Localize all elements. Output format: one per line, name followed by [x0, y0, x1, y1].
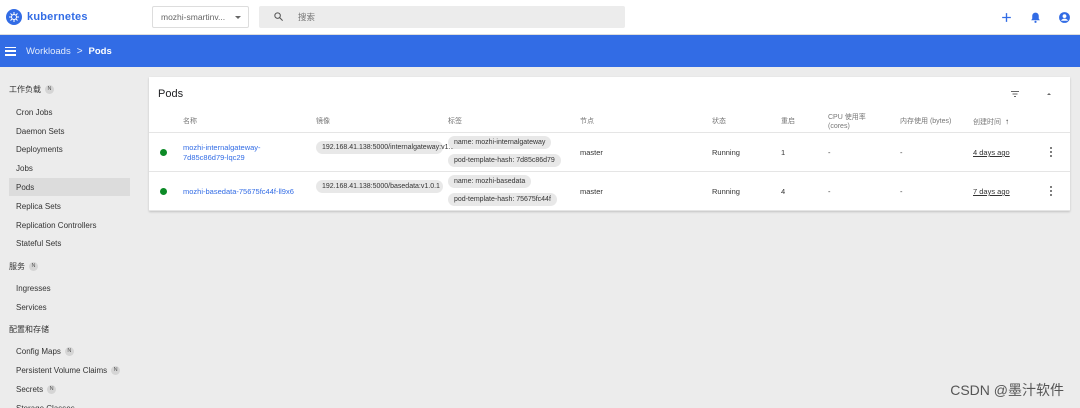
sidebar-item-replication-controllers[interactable]: Replication Controllers — [9, 216, 130, 234]
sidebar-item-secrets[interactable]: Secrets N — [9, 380, 130, 398]
helm-wheel-icon — [6, 9, 22, 25]
sidebar-item-config-maps[interactable]: Config Maps N — [9, 342, 130, 360]
menu-icon[interactable] — [5, 46, 16, 56]
running-status-icon — [160, 149, 167, 156]
pod-name-link[interactable]: mozhi-internalgateway-7d85c86d79-lqc29 — [183, 143, 293, 163]
sort-arrow-up-icon: ↑ — [1004, 117, 1009, 126]
breadcrumb-current: Pods — [88, 45, 112, 57]
watermark: CSDN @墨汁软件 — [950, 382, 1064, 398]
filter-icon[interactable] — [1008, 87, 1022, 101]
account-icon[interactable] — [1056, 9, 1072, 25]
more-vert-icon[interactable] — [1046, 185, 1056, 197]
memory-value: - — [900, 148, 903, 157]
sidebar-item-storage-classes[interactable]: Storage Classes — [9, 399, 130, 408]
sidebar-item-persistent-volume-claims[interactable]: Persistent Volume Claims N — [9, 361, 130, 379]
section-title: 服务 — [9, 262, 25, 271]
namespaced-badge: N — [47, 384, 57, 394]
card-actions — [988, 87, 1056, 101]
memory-value: - — [900, 187, 903, 196]
namespace-select[interactable]: mozhi-smartinv... — [152, 6, 249, 28]
status-text: Running — [712, 187, 740, 196]
status-text: Running — [712, 148, 740, 157]
sidebar-item-replica-sets[interactable]: Replica Sets — [9, 197, 130, 215]
cpu-value: - — [828, 187, 831, 196]
nav-label: Config Maps — [16, 346, 61, 356]
top-bar: kubernetes mozhi-smartinv... — [0, 0, 1080, 35]
breadcrumb-workloads[interactable]: Workloads — [26, 46, 71, 57]
sidebar-section-config-storage[interactable]: 配置和存储 — [9, 324, 49, 335]
search-icon — [273, 11, 284, 24]
column-header-name[interactable]: 名称 — [183, 117, 197, 126]
nav-label: Persistent Volume Claims — [16, 365, 108, 375]
created-label: 创建时间 — [973, 119, 1001, 126]
node-link[interactable]: master — [580, 187, 603, 196]
search-box[interactable] — [259, 6, 625, 28]
image-chip: 192.168.41.138:5000/internalgateway:v1.0… — [316, 141, 460, 154]
chevron-right-icon: > — [76, 45, 83, 57]
column-header-status[interactable]: 状态 — [712, 117, 726, 126]
namespace-value: mozhi-smartinv... — [161, 12, 226, 22]
cpu-value: - — [828, 148, 831, 157]
table-row[interactable]: mozhi-basedata-75675fc44f-ll9x6 192.168.… — [149, 172, 1070, 211]
restarts-value: 4 — [781, 187, 786, 196]
namespaced-badge: N — [111, 365, 121, 375]
namespaced-badge: N — [29, 262, 38, 271]
column-header-image: 镜像 — [316, 118, 330, 125]
sidebar-item-cron-jobs[interactable]: Cron Jobs — [9, 103, 130, 121]
sidebar-item-ingresses[interactable]: Ingresses — [9, 279, 130, 297]
sidebar: 工作负载 N Cron Jobs Daemon Sets Deployments… — [0, 67, 140, 408]
image-chip: 192.168.41.138:5000/basedata:v1.0.1 — [316, 180, 443, 193]
label-chip: name: mozhi-basedata — [448, 175, 532, 188]
more-vert-icon[interactable] — [1046, 146, 1056, 158]
pods-card: Pods 名称 镜像 标签 节点 状态 重启 CPU 使用率 (cores) 内… — [149, 77, 1070, 211]
running-status-icon — [160, 188, 167, 195]
section-title: 工作负载 — [9, 85, 41, 94]
breadcrumb-bar: Workloads > Pods — [0, 35, 1080, 67]
sidebar-item-daemon-sets[interactable]: Daemon Sets — [9, 122, 130, 140]
sidebar-item-jobs[interactable]: Jobs — [9, 159, 130, 177]
logo-text: kubernetes — [27, 11, 88, 23]
column-header-cpu: CPU 使用率 (cores) — [828, 114, 866, 130]
table-header: 名称 镜像 标签 节点 状态 重启 CPU 使用率 (cores) 内存使用 (… — [149, 113, 1070, 133]
top-actions — [985, 9, 1072, 25]
sidebar-section-workloads[interactable]: 工作负载 N — [9, 84, 54, 95]
nav-label: Secrets — [16, 384, 44, 394]
bell-icon[interactable] — [1027, 9, 1043, 25]
column-header-created[interactable]: 创建时间 ↑ — [973, 117, 1009, 127]
restarts-value: 1 — [781, 148, 786, 157]
sidebar-item-pods[interactable]: Pods — [9, 178, 130, 196]
namespaced-badge: N — [64, 346, 74, 356]
label-chip: name: mozhi-internalgateway — [448, 136, 552, 149]
search-input[interactable] — [298, 12, 598, 22]
column-header-node[interactable]: 节点 — [580, 117, 594, 126]
kubernetes-logo[interactable]: kubernetes — [6, 9, 146, 25]
label-chip: pod-template-hash: 75675fc44f — [448, 193, 557, 206]
pod-name-link[interactable]: mozhi-basedata-75675fc44f-ll9x6 — [183, 187, 303, 197]
created-age: 4 days ago — [973, 148, 1010, 157]
namespaced-badge: N — [45, 85, 54, 94]
table-row[interactable]: mozhi-internalgateway-7d85c86d79-lqc29 1… — [149, 133, 1070, 172]
column-header-labels: 标签 — [448, 118, 462, 125]
collapse-icon[interactable] — [1042, 87, 1056, 101]
card-title: Pods — [158, 88, 184, 100]
section-title: 配置和存储 — [9, 325, 49, 334]
sidebar-item-services[interactable]: Services — [9, 298, 130, 316]
label-chip: pod-template-hash: 7d85c86d79 — [448, 154, 561, 167]
node-link[interactable]: master — [580, 148, 603, 157]
column-header-memory: 内存使用 (bytes) — [900, 118, 952, 125]
sidebar-section-services[interactable]: 服务 N — [9, 261, 38, 272]
column-header-restarts[interactable]: 重启 — [781, 117, 795, 126]
created-age: 7 days ago — [973, 187, 1010, 196]
add-icon[interactable] — [998, 9, 1014, 25]
sidebar-item-stateful-sets[interactable]: Stateful Sets — [9, 234, 130, 252]
chevron-down-icon — [235, 16, 241, 19]
sidebar-item-deployments[interactable]: Deployments — [9, 140, 130, 158]
